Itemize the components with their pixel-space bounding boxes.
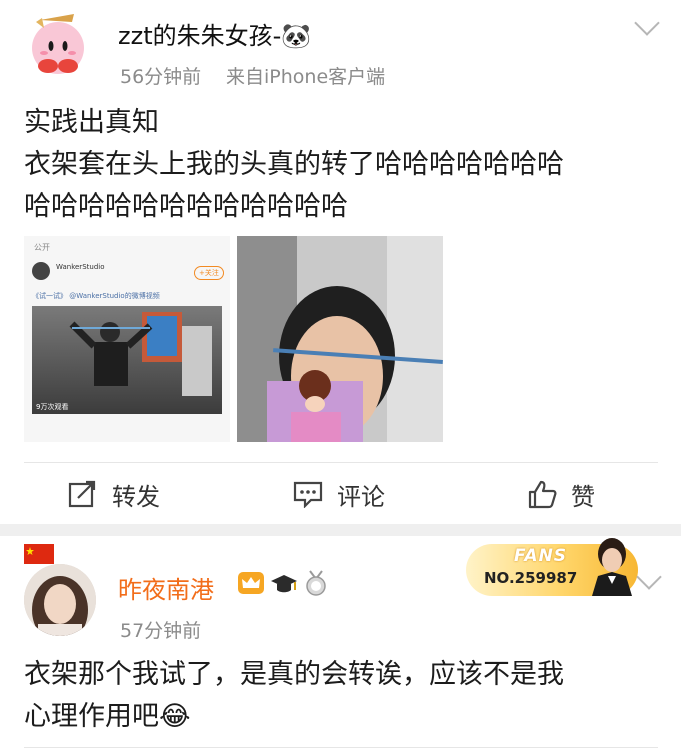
post-image-2[interactable] <box>237 236 443 442</box>
embedded-author: WankerStudio <box>56 263 105 271</box>
fans-idol-photo-icon <box>588 536 636 596</box>
embedded-avatar <box>32 262 50 280</box>
weibo-post-2: 昨夜南港 57分钟前 FANS NO.259987 衣架那个我试了，是真的会转诶… <box>0 536 681 751</box>
post-text-line-1: 衣架那个我试了，是真的会转诶，应该不是我 <box>24 659 564 690</box>
post-text-line-2: 衣架套在头上我的头真的转了哈哈哈哈哈哈哈 <box>24 149 564 180</box>
post-text-line-1: 实践出真知 <box>24 107 159 138</box>
selfie-photo-icon <box>237 236 443 442</box>
vip-crown-icon <box>238 572 264 594</box>
post-timestamp: 57分钟前 <box>120 620 202 642</box>
post-timestamp: 56分钟前 <box>120 66 202 88</box>
fans-label: FANS <box>514 546 568 566</box>
username[interactable]: 昨夜南港 <box>118 570 214 605</box>
fans-badge[interactable]: FANS NO.259987 <box>466 538 638 596</box>
like-button[interactable]: 赞 <box>527 476 595 512</box>
chevron-down-icon[interactable] <box>634 10 660 36</box>
repost-icon <box>68 480 96 508</box>
comment-button[interactable]: 评论 <box>293 476 385 512</box>
public-label: 公开 <box>34 243 50 252</box>
medal-badge-icon <box>304 570 328 596</box>
username[interactable]: zzt的朱朱女孩-🐼 <box>118 16 311 51</box>
post-text-line-3: 哈哈哈哈哈哈哈哈哈哈哈哈 <box>24 191 348 222</box>
repost-button[interactable]: 转发 <box>68 476 160 512</box>
thumbs-up-icon <box>528 480 557 509</box>
embedded-caption: 《试一试》 @WankerStudio的微博视频 <box>32 292 160 300</box>
user-avatar[interactable] <box>22 8 94 80</box>
kirby-avatar-icon <box>32 14 84 74</box>
graduate-cap-icon <box>270 572 298 596</box>
post-text-line-2: 心理作用吧😂 <box>24 701 191 732</box>
fans-number: NO.259987 <box>484 569 578 587</box>
user-photo-icon <box>24 564 96 636</box>
post-separator <box>0 524 681 536</box>
divider <box>24 747 658 748</box>
video-frame-icon <box>69 312 212 396</box>
china-flag-icon <box>24 544 54 564</box>
user-avatar[interactable] <box>24 564 96 636</box>
post-source[interactable]: 来自iPhone客户端 <box>226 62 385 89</box>
divider <box>24 462 658 463</box>
weibo-post-1: zzt的朱朱女孩-🐼 56分钟前 来自iPhone客户端 实践出真知 衣架套在头… <box>0 0 681 528</box>
embedded-follow-button: +关注 <box>194 266 224 280</box>
comment-label: 评论 <box>337 482 385 511</box>
embedded-video: 9万次观看 <box>32 306 222 414</box>
comment-icon <box>293 481 323 508</box>
chevron-down-icon[interactable] <box>636 564 662 590</box>
video-view-count: 9万次观看 <box>36 403 69 411</box>
repost-label: 转发 <box>112 482 160 511</box>
like-label: 赞 <box>571 482 595 511</box>
post-image-1[interactable]: 公开 WankerStudio +关注 《试一试》 @WankerStudio的… <box>24 236 230 442</box>
